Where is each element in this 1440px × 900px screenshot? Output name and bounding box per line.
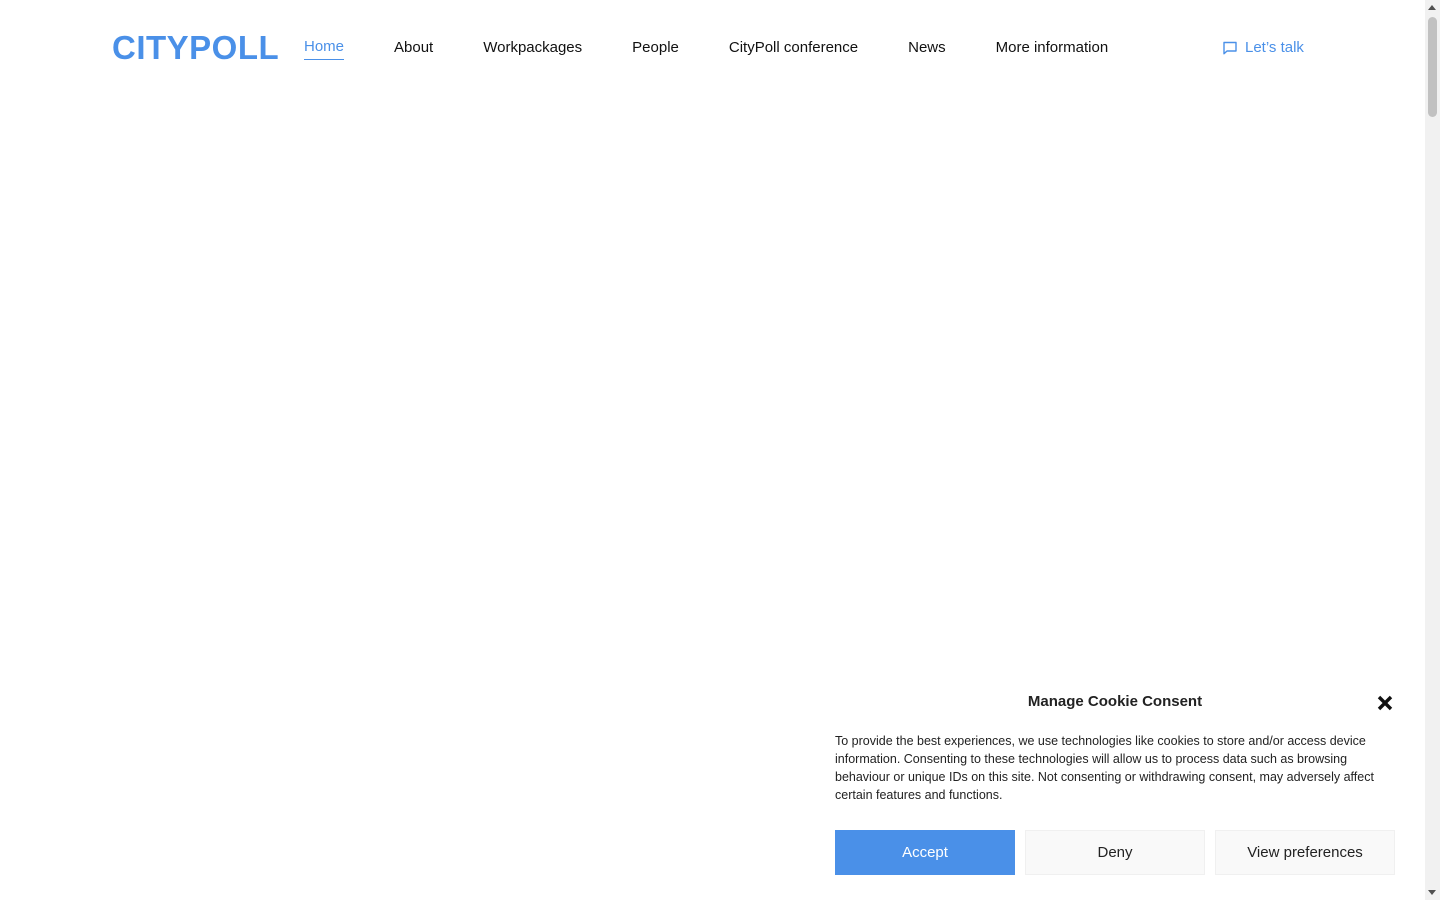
deny-button[interactable]: Deny bbox=[1025, 830, 1205, 875]
nav-item-about[interactable]: About bbox=[394, 38, 433, 58]
close-icon[interactable] bbox=[1376, 694, 1394, 712]
nav-item-news[interactable]: News bbox=[908, 38, 946, 58]
view-preferences-button[interactable]: View preferences bbox=[1215, 830, 1395, 875]
cookie-banner-text: To provide the best experiences, we use … bbox=[835, 734, 1374, 802]
lets-talk-label: Let’s talk bbox=[1245, 39, 1304, 56]
accept-button[interactable]: Accept bbox=[835, 830, 1015, 875]
vertical-scrollbar[interactable] bbox=[1425, 0, 1440, 900]
nav-item-home[interactable]: Home bbox=[304, 37, 345, 60]
site-header: CITYPOLL Home About Workpackages People … bbox=[0, 0, 1425, 96]
lets-talk-button[interactable]: Let’s talk bbox=[1222, 38, 1304, 58]
chat-bubble-icon bbox=[1222, 40, 1238, 56]
site-logo[interactable]: CITYPOLL bbox=[112, 29, 279, 67]
nav-item-people[interactable]: People bbox=[632, 38, 679, 58]
cookie-banner-title: Manage Cookie Consent bbox=[1027, 693, 1203, 710]
main-navigation: Home About Workpackages People CityPoll … bbox=[304, 37, 1109, 60]
scrollbar-thumb[interactable] bbox=[1428, 17, 1437, 117]
nav-item-more-information[interactable]: More information bbox=[996, 38, 1109, 58]
scroll-up-arrow-icon[interactable] bbox=[1428, 5, 1436, 10]
page: CITYPOLL Home About Workpackages People … bbox=[0, 0, 1440, 900]
scroll-down-arrow-icon[interactable] bbox=[1428, 890, 1436, 895]
nav-item-workpackages[interactable]: Workpackages bbox=[483, 38, 582, 58]
cookie-button-group: Accept Deny View preferences bbox=[835, 830, 1395, 875]
nav-item-citypoll-conference[interactable]: CityPoll conference bbox=[729, 38, 858, 58]
cookie-consent-banner: Manage Cookie Consent To provide the bes… bbox=[815, 670, 1415, 900]
